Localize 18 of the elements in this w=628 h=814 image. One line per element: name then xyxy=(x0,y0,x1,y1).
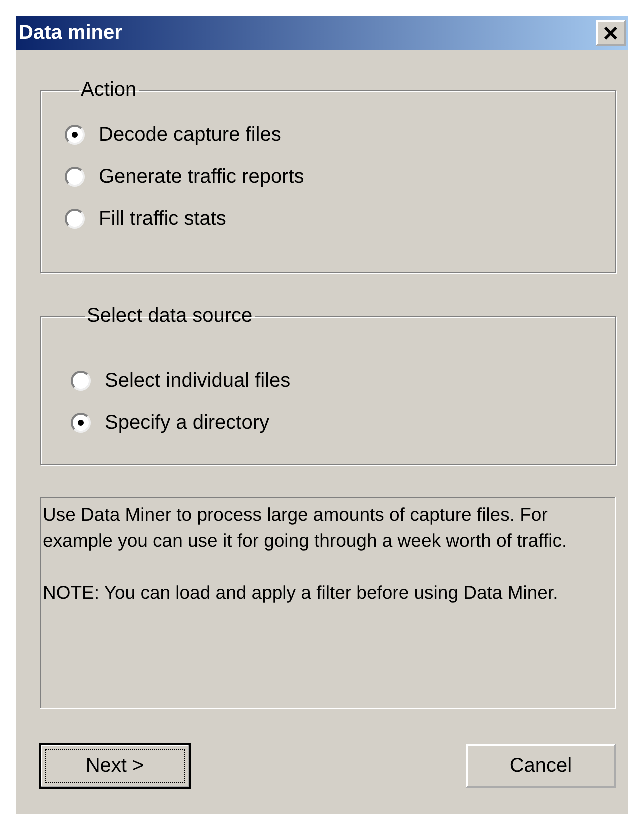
group-legend: Action xyxy=(79,79,139,102)
radio-button[interactable] xyxy=(65,125,85,145)
window-title: Data miner xyxy=(19,22,122,44)
close-button[interactable]: × xyxy=(596,20,626,46)
radio-button[interactable] xyxy=(71,371,91,391)
radio-button[interactable] xyxy=(71,413,91,433)
dialog-button[interactable]: Next > xyxy=(40,744,190,788)
radio-label[interactable]: Select individual files xyxy=(105,370,291,392)
radio-label[interactable]: Specify a directory xyxy=(105,412,270,434)
radio-button[interactable] xyxy=(65,167,85,187)
radio-label[interactable]: Decode capture files xyxy=(99,124,282,146)
radio-label[interactable]: Generate traffic reports xyxy=(99,166,304,188)
description-text: Use Data Miner to process large amounts of capture files. For example you can use it for going through a week worth of traffic. xyxy=(43,503,568,553)
radio-label[interactable]: Fill traffic stats xyxy=(99,208,226,230)
group-legend: Select data source xyxy=(85,305,255,328)
radio-button[interactable] xyxy=(65,209,85,229)
dialog-button[interactable]: Cancel xyxy=(466,744,616,788)
description-text: NOTE: You can load and apply a filter before using Data Miner. xyxy=(43,581,560,605)
